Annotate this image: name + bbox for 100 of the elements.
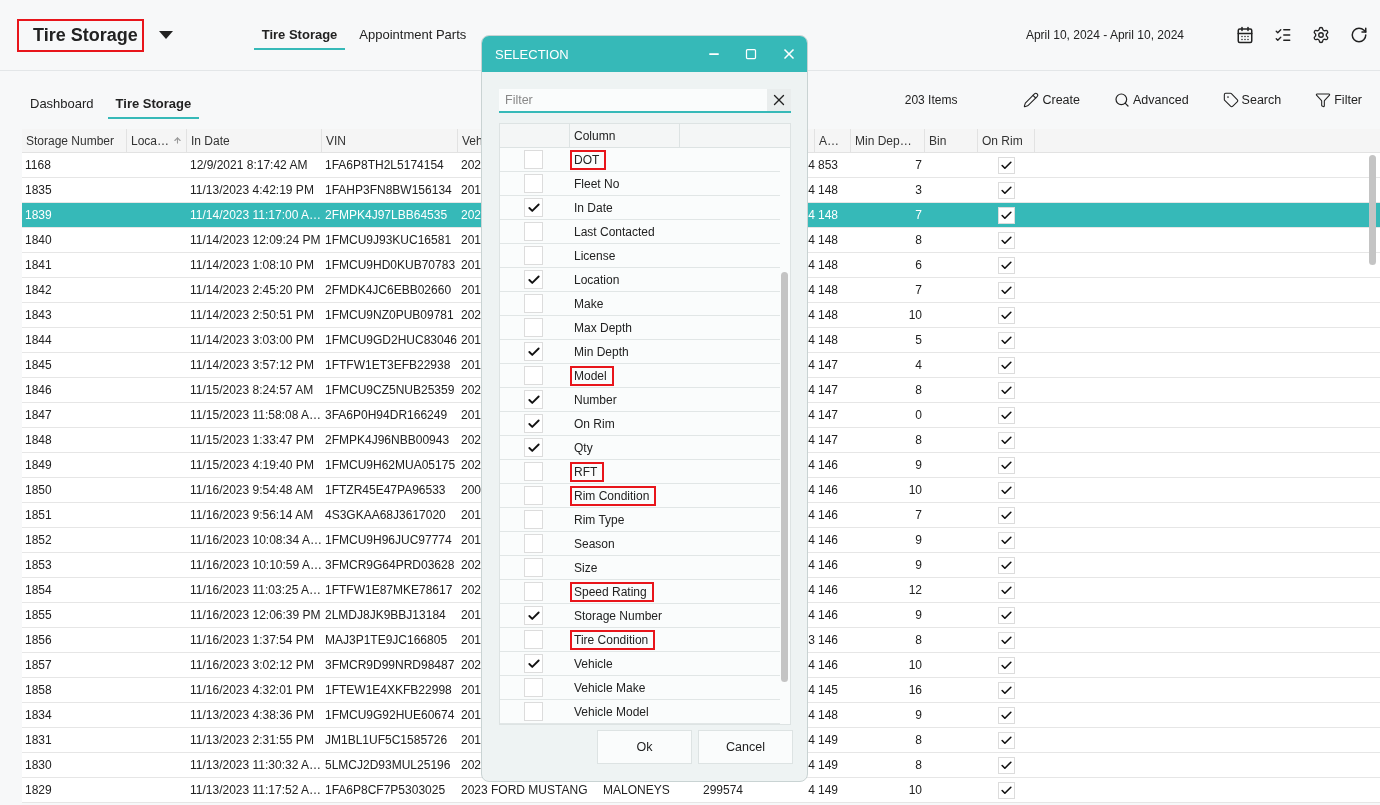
table-cell: 9 [915, 533, 922, 547]
table-cell: 1849 [25, 458, 52, 472]
table-cell: 201 [461, 533, 482, 547]
table-cell: 16 [908, 683, 922, 697]
table-cell: 9 [915, 458, 922, 472]
table-cell: 11/14/2023 3:57:12 PM [190, 358, 314, 372]
table-cell: 202 [461, 383, 482, 397]
table-cell: 4 [808, 708, 815, 722]
table-cell: 146 [818, 658, 839, 672]
table-cell: 2LMDJ8JK9BBJ13184 [325, 608, 446, 622]
table-cell: 1844 [25, 333, 52, 347]
table-cell: 1FMCU9J93KUC16581 [325, 233, 452, 247]
table-cell: 11/13/2023 11:17:52 A… [190, 783, 321, 797]
table-cell: 1FA6P8TH2L5174154 [325, 158, 444, 172]
table-cell: 11/16/2023 9:54:48 AM [190, 483, 314, 497]
table-cell: 4 [808, 558, 815, 572]
table-cell: 1841 [25, 258, 52, 272]
table-cell: 4 [808, 433, 815, 447]
table-cell: 7 [915, 283, 922, 297]
table-cell: 1847 [25, 408, 52, 422]
table-cell: 4 [808, 308, 815, 322]
table-cell: 3 [808, 633, 815, 647]
table-cell: 4 [808, 608, 815, 622]
table-cell: MALONEYS [603, 783, 670, 797]
table-cell: 146 [818, 508, 839, 522]
table-cell: 3FA6P0H94DR166249 [325, 408, 448, 422]
table-cell: 10 [908, 483, 922, 497]
table-cell: 145 [818, 683, 839, 697]
table-cell: 1843 [25, 308, 52, 322]
table-cell: 1FTFW1E87MKE78617 [325, 583, 453, 597]
list-header: Column [574, 128, 616, 143]
table-cell: 11/16/2023 11:03:25 A… [190, 583, 321, 597]
table-cell: 148 [818, 233, 839, 247]
table-cell: 201 [461, 733, 482, 747]
table-cell: 202 [461, 158, 482, 172]
table-cell: 1FTEW1E4XKFB22998 [325, 683, 452, 697]
table-cell: 1855 [25, 608, 52, 622]
table-cell: 1858 [25, 683, 52, 697]
table-cell: 11/15/2023 4:19:40 PM [190, 458, 314, 472]
table-cell: 11/15/2023 11:58:08 A… [190, 408, 321, 422]
table-cell: 202 [461, 583, 482, 597]
table-cell: 2FMPK4J96NBB00943 [325, 433, 450, 447]
table-cell: 1831 [25, 733, 52, 747]
table-cell: 202 [461, 458, 482, 472]
table-cell: 201 [461, 608, 482, 622]
table-cell: 1857 [25, 658, 52, 672]
table-cell: 201 [461, 183, 482, 197]
table-cell: 11/13/2023 11:30:32 A… [190, 758, 321, 772]
table-cell: 1FA6P8CF7P5303025 [325, 783, 446, 797]
table-cell: 299574 [703, 783, 744, 797]
table-cell: 147 [818, 408, 839, 422]
table-cell: 1829 [25, 783, 52, 797]
table-cell: 11/14/2023 12:09:24 PM [190, 233, 321, 247]
table-cell: 8 [915, 633, 922, 647]
table-cell: 4 [808, 383, 815, 397]
table-cell: 10 [908, 308, 922, 322]
table-cell: 1840 [25, 233, 52, 247]
table-cell: 148 [818, 308, 839, 322]
table-cell: 9 [915, 708, 922, 722]
table-cell: 202 [461, 658, 482, 672]
table-cell: 4 [808, 658, 815, 672]
table-cell: 4S3GKAA68J3617020 [325, 508, 446, 522]
table-cell: 1FMCU9H62MUA05175 [325, 458, 456, 472]
table-cell: 11/16/2023 9:56:14 AM [190, 508, 314, 522]
table-cell: 4 [808, 208, 815, 222]
table-cell: 148 [818, 708, 839, 722]
column-label: Bin [929, 133, 947, 148]
table-cell: 11/16/2023 10:08:34 A… [190, 533, 322, 547]
table-cell: 4 [808, 258, 815, 272]
table-cell: 9 [915, 608, 922, 622]
table-cell: 0 [915, 408, 922, 422]
table-cell: 4 [915, 358, 922, 372]
table-cell: 202 [461, 208, 482, 222]
table-cell: 4 [808, 233, 815, 247]
table-cell: 201 [461, 408, 482, 422]
table-cell: 1845 [25, 358, 52, 372]
column-label: Loca… [131, 133, 170, 148]
page-title: Tire Storage [17, 18, 144, 52]
column-label: On Rim [982, 133, 1023, 148]
table-cell: 11/14/2023 1:08:10 PM [190, 258, 314, 272]
table-cell: 201 [461, 508, 482, 522]
table-cell: 11/13/2023 2:31:55 PM [190, 733, 314, 747]
table-cell: 1842 [25, 283, 52, 297]
table-cell: 1FMCU9GD2HUC83046 [325, 333, 458, 347]
table-cell: 202 [461, 308, 482, 322]
table-cell: 4 [808, 458, 815, 472]
table-cell: 11/16/2023 1:37:54 PM [190, 633, 314, 647]
table-cell: 149 [818, 733, 839, 747]
table-cell: 1830 [25, 758, 52, 772]
table-cell: 8 [915, 233, 922, 247]
table-cell: 4 [808, 758, 815, 772]
table-cell: 1FMCU9H96JUC97774 [325, 533, 452, 547]
table-cell: 11/14/2023 2:50:51 PM [190, 308, 314, 322]
table-cell: 202 [461, 758, 482, 772]
table-cell: 1FTZR45E47PA96533 [325, 483, 446, 497]
table-cell: 7 [915, 158, 922, 172]
table-cell: 146 [818, 608, 839, 622]
table-cell: 6 [915, 258, 922, 272]
table-cell: 11/16/2023 4:32:01 PM [190, 683, 314, 697]
table-cell: 1853 [25, 558, 52, 572]
